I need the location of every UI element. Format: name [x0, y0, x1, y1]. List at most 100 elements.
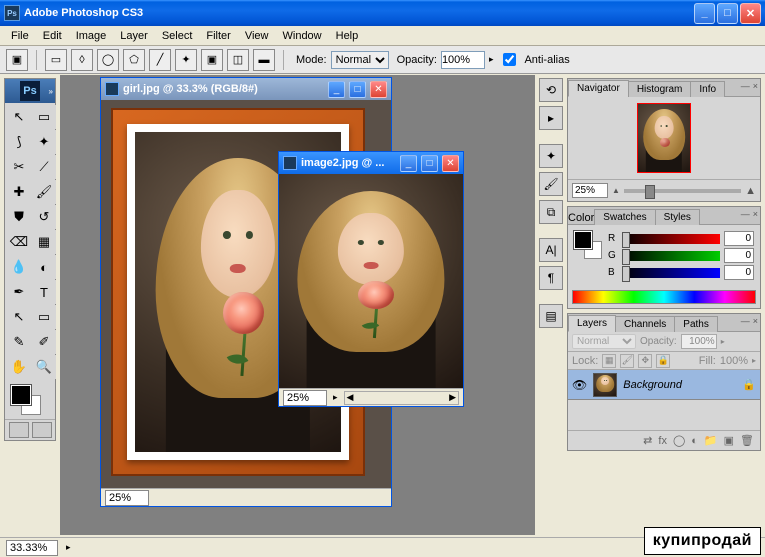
crop-tool[interactable]: ✂	[7, 155, 31, 179]
maximize-button[interactable]: □	[717, 3, 738, 24]
tab-channels[interactable]: Channels	[615, 316, 675, 332]
doc1-minimize-button[interactable]: _	[328, 81, 345, 98]
layer-row-background[interactable]: 👁 Background 🔒	[568, 370, 760, 400]
panel-minimize-icon[interactable]: —	[741, 81, 750, 91]
panel-close-icon[interactable]: ×	[753, 209, 758, 219]
eraser-tool[interactable]: ⌫	[7, 230, 31, 254]
delete-layer-icon[interactable]: 🗑	[740, 434, 754, 447]
opacity-flyout-icon[interactable]: ▸	[489, 54, 494, 65]
tab-info[interactable]: Info	[690, 81, 725, 97]
doc2-minimize-button[interactable]: _	[400, 155, 417, 172]
shape-tool[interactable]: ▭	[32, 305, 56, 329]
visibility-icon[interactable]: 👁	[572, 378, 587, 392]
document-window-image2[interactable]: image2.jpg @ ... _ □ ✕ 25% ▸	[278, 151, 464, 407]
color-swatches[interactable]	[5, 381, 55, 419]
dodge-tool[interactable]: ◐	[32, 255, 56, 279]
dock-layercomps-icon[interactable]: ▤	[539, 304, 563, 328]
menu-view[interactable]: View	[238, 28, 276, 44]
antialias-checkbox[interactable]	[503, 53, 516, 66]
b-value[interactable]: 0	[724, 265, 754, 280]
r-slider[interactable]	[622, 234, 720, 244]
navigator-zoom-field[interactable]: 25%	[572, 183, 608, 198]
dock-toolpresets-icon[interactable]: ✦	[539, 144, 563, 168]
tab-navigator[interactable]: Navigator	[568, 80, 629, 97]
status-zoom-field[interactable]: 33.33%	[6, 540, 58, 556]
hand-tool[interactable]: ✋	[7, 355, 31, 379]
minimize-button[interactable]: _	[694, 3, 715, 24]
menu-edit[interactable]: Edit	[36, 28, 69, 44]
close-button[interactable]: ✕	[740, 3, 761, 24]
tab-styles[interactable]: Styles	[655, 209, 700, 225]
mode-select[interactable]: Normal	[331, 51, 389, 69]
menu-file[interactable]: File	[4, 28, 36, 44]
doc1-maximize-button[interactable]: □	[349, 81, 366, 98]
group-icon[interactable]: 📁	[704, 434, 718, 447]
lasso-tool[interactable]: ⟆	[7, 130, 31, 154]
slice-tool[interactable]: ⟋	[32, 155, 56, 179]
lock-pixels-icon[interactable]: 🖌	[620, 354, 634, 368]
opt-custom-icon[interactable]: ✦	[175, 49, 197, 71]
brush-tool[interactable]: 🖌	[32, 180, 56, 204]
eyedropper-tool[interactable]: ✐	[32, 330, 56, 354]
foreground-color-swatch[interactable]	[11, 385, 31, 405]
color-panel-swatches[interactable]	[574, 231, 602, 259]
blend-mode-select[interactable]: Normal	[572, 334, 636, 349]
new-layer-icon[interactable]: ▣	[724, 434, 734, 447]
opt-roundrect-icon[interactable]: ◊	[71, 49, 93, 71]
opt-fill-icon[interactable]: ▬	[253, 49, 275, 71]
layer-name[interactable]: Background	[623, 379, 736, 391]
navigator-zoom-slider[interactable]	[624, 189, 741, 193]
menu-window[interactable]: Window	[276, 28, 329, 44]
opt-line-icon[interactable]: ╱	[149, 49, 171, 71]
path-select-tool[interactable]: ↖	[7, 305, 31, 329]
menu-select[interactable]: Select	[155, 28, 200, 44]
opacity-flyout-icon[interactable]: ▸	[721, 337, 725, 346]
lock-position-icon[interactable]: ✥	[638, 354, 652, 368]
dock-clonesource-icon[interactable]: ⧉	[539, 200, 563, 224]
panel-minimize-icon[interactable]: —	[741, 316, 750, 326]
doc2-zoom-field[interactable]: 25%	[283, 390, 327, 406]
tool-preset-picker[interactable]: ▣	[6, 49, 28, 71]
link-layers-icon[interactable]: ⇄	[643, 434, 652, 447]
panel-minimize-icon[interactable]: —	[741, 209, 750, 219]
gradient-tool[interactable]: ▦	[32, 230, 56, 254]
b-slider[interactable]	[622, 268, 720, 278]
opt-paths-icon[interactable]: ◫	[227, 49, 249, 71]
lock-transparency-icon[interactable]: ▦	[602, 354, 616, 368]
tab-color[interactable]: Color	[568, 212, 594, 224]
opt-rectangle-icon[interactable]: ▭	[45, 49, 67, 71]
doc2-close-button[interactable]: ✕	[442, 155, 459, 172]
panel-close-icon[interactable]: ×	[753, 81, 758, 91]
color-fg-swatch[interactable]	[574, 231, 592, 249]
adjustment-layer-icon[interactable]: ◐	[691, 435, 698, 447]
type-tool[interactable]: T	[32, 280, 56, 304]
g-value[interactable]: 0	[724, 248, 754, 263]
tab-swatches[interactable]: Swatches	[594, 209, 655, 225]
opt-polygon-icon[interactable]: ⬠	[123, 49, 145, 71]
pen-tool[interactable]: ✒	[7, 280, 31, 304]
tab-layers[interactable]: Layers	[568, 315, 616, 332]
fill-field[interactable]: 100%	[720, 355, 748, 367]
tab-histogram[interactable]: Histogram	[628, 81, 692, 97]
doc1-close-button[interactable]: ✕	[370, 81, 387, 98]
blur-tool[interactable]: 💧	[7, 255, 31, 279]
menu-help[interactable]: Help	[329, 28, 366, 44]
opt-ellipse-icon[interactable]: ◯	[97, 49, 119, 71]
doc2-scrollbar[interactable]	[344, 391, 459, 405]
menu-layer[interactable]: Layer	[113, 28, 155, 44]
lock-all-icon[interactable]: 🔒	[656, 354, 670, 368]
layer-mask-icon[interactable]: ◯	[673, 434, 685, 447]
menu-image[interactable]: Image	[69, 28, 114, 44]
wand-tool[interactable]: ✦	[32, 130, 56, 154]
dock-character-icon[interactable]: A|	[539, 238, 563, 262]
layer-opacity-field[interactable]: 100%	[681, 334, 717, 349]
r-value[interactable]: 0	[724, 231, 754, 246]
menu-filter[interactable]: Filter	[199, 28, 237, 44]
dock-brushes-icon[interactable]: 🖌	[539, 172, 563, 196]
doc2-maximize-button[interactable]: □	[421, 155, 438, 172]
g-slider[interactable]	[622, 251, 720, 261]
status-flyout-icon[interactable]: ▸	[66, 542, 71, 553]
zoom-out-icon[interactable]: ▲	[612, 186, 620, 195]
dock-paragraph-icon[interactable]: ¶	[539, 266, 563, 290]
zoom-tool[interactable]: 🔍	[32, 355, 56, 379]
